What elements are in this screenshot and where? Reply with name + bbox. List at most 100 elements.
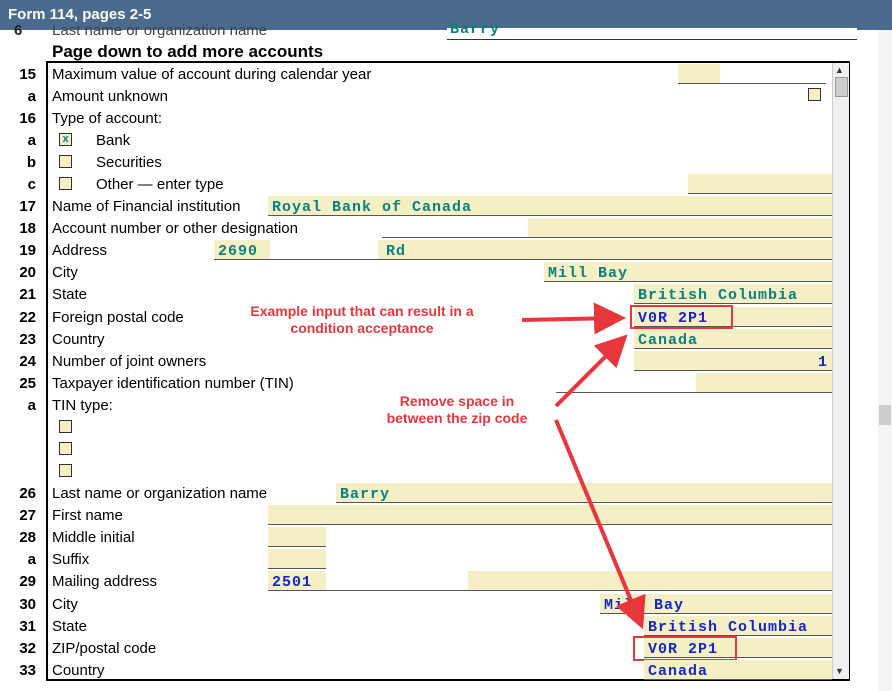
tin-field[interactable]	[556, 373, 696, 393]
row-number: a	[27, 132, 36, 149]
row-number: a	[27, 397, 36, 414]
window-title: Form 114, pages 2-5	[8, 6, 152, 23]
address-suffix-value: Rd	[386, 243, 407, 260]
row-number: 27	[19, 507, 36, 524]
joint-owners-value: 1	[818, 354, 829, 371]
state-value: British Columbia	[638, 287, 799, 304]
middle-initial-field[interactable]	[268, 527, 326, 547]
row-number: c	[27, 176, 36, 193]
last-name-field-partial[interactable]	[447, 28, 857, 40]
row-label: Account number or other designation	[52, 220, 298, 237]
row-label: Taxpayer identification number (TIN)	[52, 375, 294, 392]
other-checkbox[interactable]	[59, 177, 72, 190]
max-value-cents-field[interactable]	[678, 64, 720, 84]
row-label: Suffix	[52, 551, 90, 568]
institution-name-value: Royal Bank of Canada	[272, 199, 473, 216]
joint-owners-field[interactable]	[634, 351, 832, 371]
bank-label: Bank	[96, 132, 131, 149]
row-label: Maximum value of account during calendar…	[52, 66, 372, 83]
foreign-tin-checkbox[interactable]	[59, 464, 72, 477]
row-label: Country	[52, 331, 105, 348]
row-number: 19	[19, 242, 36, 259]
address-number-value: 2690	[218, 243, 259, 260]
highlight-box	[633, 636, 737, 661]
amount-unknown-checkbox[interactable]	[808, 88, 821, 101]
last-name-value-partial: Barry	[450, 21, 501, 38]
country-value: Canada	[638, 332, 699, 349]
row-label: Number of joint owners	[52, 353, 207, 370]
row-label: City	[52, 264, 78, 281]
row-number: 31	[19, 618, 36, 635]
row-number: 22	[19, 309, 36, 326]
row-number: 23	[19, 331, 36, 348]
row-label: Foreign postal code	[52, 309, 184, 326]
account-number-field[interactable]	[382, 218, 528, 238]
city-value: Mill Bay	[548, 265, 629, 282]
row-number: 33	[19, 662, 36, 679]
tin-ext-field[interactable]	[696, 373, 832, 393]
row-number: b	[26, 154, 36, 171]
annotation-note-2: Remove space in between the zip code	[386, 393, 528, 426]
row-label: ZIP/postal code	[52, 640, 157, 657]
securities-checkbox[interactable]	[59, 155, 72, 168]
scroll-up-arrow-icon[interactable]: ▲	[835, 65, 844, 75]
row-number: 15	[19, 66, 36, 83]
row-label: First name	[52, 507, 123, 524]
form-scrollbar[interactable]: ▲ ▼	[832, 63, 849, 679]
row-number: 16	[19, 110, 36, 127]
form-scrollbar-thumb[interactable]	[835, 77, 848, 97]
owner-last-name-value: Barry	[340, 486, 391, 503]
mailing-street-field[interactable]	[326, 571, 468, 591]
ein-checkbox[interactable]	[59, 420, 72, 433]
row-label: Type of account:	[52, 110, 163, 127]
row-number: 21	[19, 286, 36, 303]
row-number: 18	[19, 220, 36, 237]
bank-checkbox[interactable]: x	[59, 133, 72, 146]
window-scrollbar[interactable]	[878, 30, 892, 691]
row-number: a	[27, 88, 36, 105]
row-label: State	[52, 618, 88, 635]
suffix-field[interactable]	[268, 549, 326, 569]
row-label: Name of Financial institution	[52, 198, 241, 215]
highlight-box	[630, 305, 733, 329]
scroll-down-arrow-icon[interactable]: ▼	[835, 666, 844, 676]
page-down-hint: Page down to add more accounts	[52, 42, 324, 61]
mailing-city-value: Mill Bay	[604, 597, 685, 614]
account-number-ext-field[interactable]	[528, 218, 832, 238]
ssn-checkbox[interactable]	[59, 442, 72, 455]
address-street-field[interactable]	[270, 240, 378, 260]
mailing-ext-field[interactable]	[468, 571, 832, 591]
other-label: Other — enter type	[96, 176, 224, 193]
row-number: 17	[19, 198, 36, 215]
row-number: 6	[14, 22, 23, 39]
first-name-field[interactable]	[268, 505, 832, 525]
row-number: 29	[19, 573, 36, 590]
row-number: a	[27, 551, 36, 568]
row-number: 30	[19, 596, 36, 613]
mailing-state-value: British Columbia	[648, 619, 809, 636]
other-type-field[interactable]	[688, 174, 832, 194]
row-number: 20	[19, 264, 36, 281]
row-label: City	[52, 596, 78, 613]
securities-label: Securities	[96, 154, 162, 171]
owner-last-name-field[interactable]	[336, 483, 832, 503]
mailing-number-value: 2501	[272, 574, 313, 591]
mailing-country-value: Canada	[648, 663, 709, 680]
row-label: Last name or organization name	[52, 485, 268, 502]
max-value-field[interactable]	[720, 64, 826, 84]
row-number: 28	[19, 529, 36, 546]
row-number: 32	[19, 640, 36, 657]
row-label: State	[52, 286, 88, 303]
row-number: 26	[19, 485, 36, 502]
row-label: Last name or organization name	[52, 22, 268, 39]
row-label: Amount unknown	[52, 88, 168, 105]
row-label: Mailing address	[52, 573, 158, 590]
row-number: 24	[19, 353, 36, 370]
row-label: Address	[52, 242, 108, 259]
row-number: 25	[19, 375, 36, 392]
window-scrollbar-thumb[interactable]	[879, 405, 891, 425]
row-label: Country	[52, 662, 105, 679]
row-label: TIN type:	[52, 397, 113, 414]
annotation-note-1: Example input that can result in a condi…	[250, 303, 474, 336]
address-suffix-field[interactable]	[378, 240, 832, 260]
